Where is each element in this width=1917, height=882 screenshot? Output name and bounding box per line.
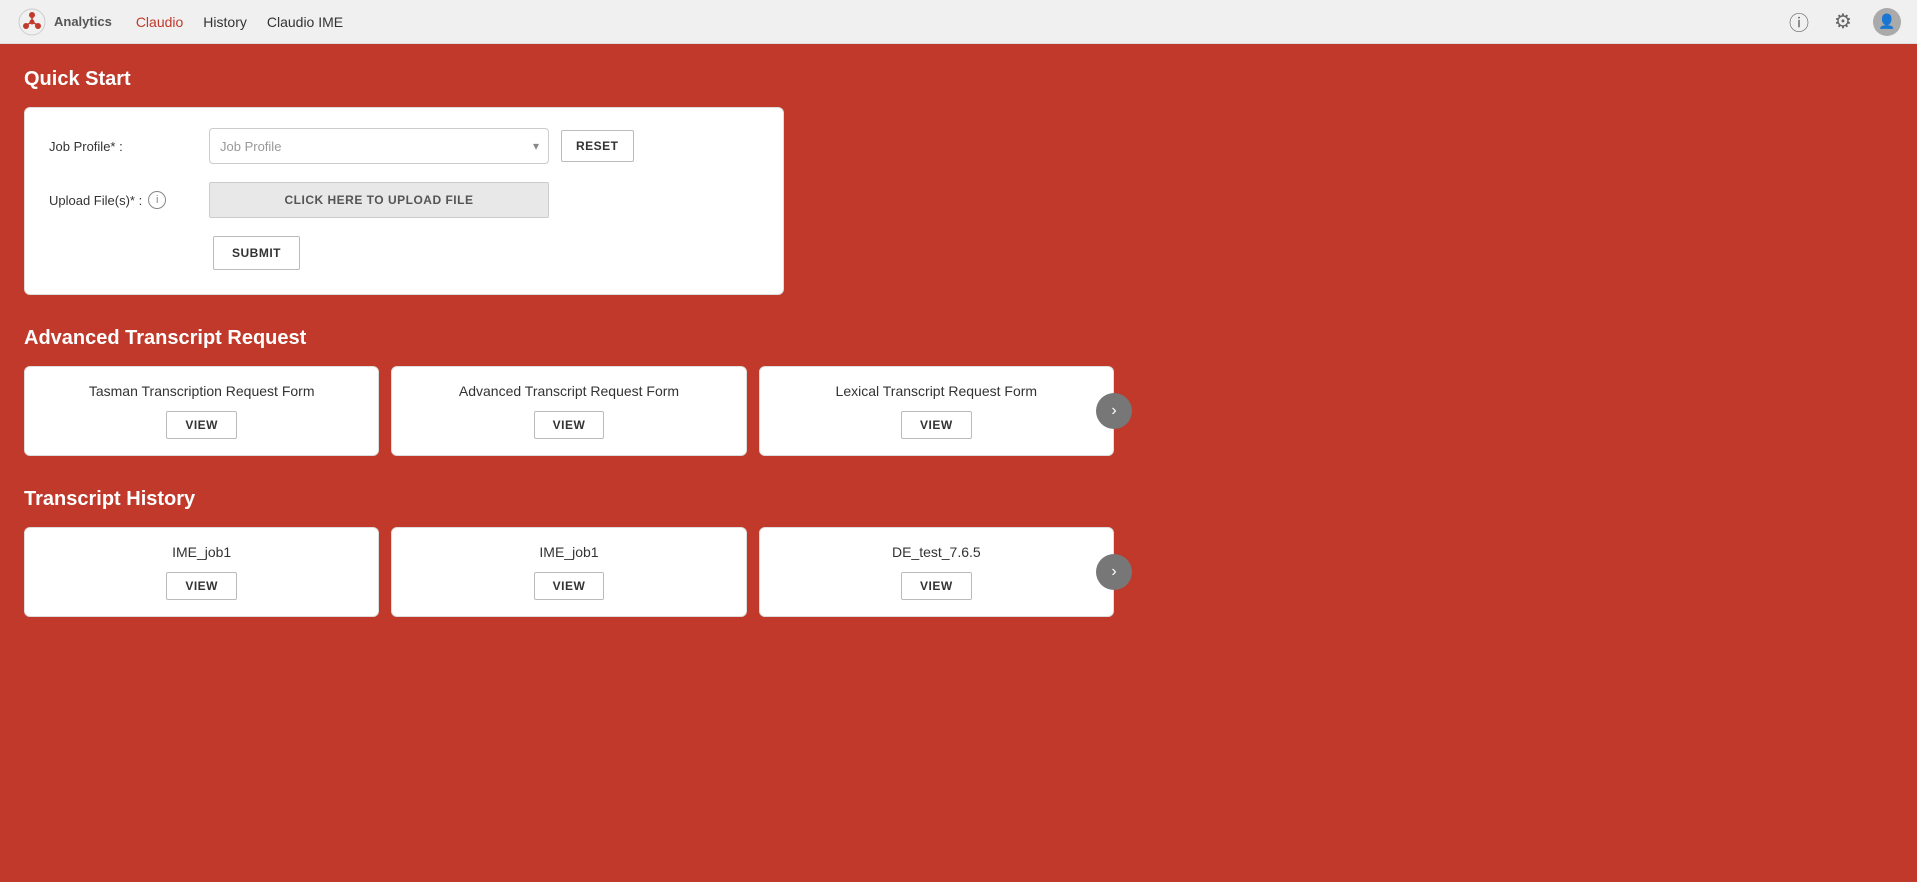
info-icon[interactable]: i [148,191,166,209]
advanced-card-1-view-btn[interactable]: VIEW [534,411,605,439]
history-card-2-view-btn[interactable]: VIEW [901,572,972,600]
user-icon[interactable]: 👤 [1873,8,1901,36]
submit-controls: SUBMIT [209,236,759,270]
transcript-history-next-button[interactable]: › [1096,554,1132,590]
reset-button[interactable]: RESET [561,130,634,162]
submit-button[interactable]: SUBMIT [213,236,300,270]
history-card-1-title: IME_job1 [539,544,598,560]
advanced-card-0-view-btn[interactable]: VIEW [166,411,237,439]
upload-file-button[interactable]: CLICK HERE TO UPLOAD FILE [209,182,549,218]
submit-row: SUBMIT [49,236,759,270]
settings-icon[interactable]: ⚙ [1829,8,1857,36]
quick-start-title: Quick Start [24,68,1893,91]
advanced-card-1-title: Advanced Transcript Request Form [459,383,679,399]
advanced-card-2-title: Lexical Transcript Request Form [836,383,1038,399]
brand: Analytics [16,6,112,38]
history-card-1: IME_job1 VIEW [391,527,746,617]
main-content: Quick Start Job Profile* : Job Profile ▾… [0,44,1917,673]
advanced-card-0: Tasman Transcription Request Form VIEW [24,366,379,456]
advanced-card-2: Lexical Transcript Request Form VIEW [759,366,1114,456]
navbar: Analytics Claudio History Claudio IME ⓘ … [0,0,1917,44]
nav-links: Claudio History Claudio IME [136,14,1785,30]
quick-start-card: Job Profile* : Job Profile ▾ RESET Uploa… [24,107,784,295]
job-profile-select[interactable]: Job Profile [209,128,549,164]
nav-link-claudio-ime[interactable]: Claudio IME [267,14,343,30]
upload-controls: CLICK HERE TO UPLOAD FILE [209,182,759,218]
upload-label: Upload File(s)* : i [49,191,209,209]
advanced-card-1: Advanced Transcript Request Form VIEW [391,366,746,456]
history-card-2: DE_test_7.6.5 VIEW [759,527,1114,617]
advanced-transcript-cards: Tasman Transcription Request Form VIEW A… [24,366,1114,456]
job-profile-select-wrapper: Job Profile ▾ [209,128,549,164]
job-profile-label: Job Profile* : [49,139,209,154]
advanced-card-0-title: Tasman Transcription Request Form [89,383,315,399]
nav-link-history[interactable]: History [203,14,247,30]
advanced-transcript-next-button[interactable]: › [1096,393,1132,429]
navbar-icons: ⓘ ⚙ 👤 [1785,8,1901,36]
upload-row: Upload File(s)* : i CLICK HERE TO UPLOAD… [49,182,759,218]
help-icon[interactable]: ⓘ [1785,8,1813,36]
history-card-0-title: IME_job1 [172,544,231,560]
transcript-history-title: Transcript History [24,488,1893,511]
advanced-card-2-view-btn[interactable]: VIEW [901,411,972,439]
history-card-0-view-btn[interactable]: VIEW [166,572,237,600]
history-card-1-view-btn[interactable]: VIEW [534,572,605,600]
transcript-history-cards: IME_job1 VIEW IME_job1 VIEW DE_test_7.6.… [24,527,1114,617]
job-profile-row: Job Profile* : Job Profile ▾ RESET [49,128,759,164]
loom-logo [16,6,48,38]
job-profile-controls: Job Profile ▾ RESET [209,128,759,164]
nav-link-claudio[interactable]: Claudio [136,14,183,30]
upload-label-text: Upload File(s)* : [49,193,142,208]
brand-text: Analytics [54,14,112,29]
history-card-2-title: DE_test_7.6.5 [892,544,981,560]
advanced-transcript-title: Advanced Transcript Request [24,327,1893,350]
history-card-0: IME_job1 VIEW [24,527,379,617]
